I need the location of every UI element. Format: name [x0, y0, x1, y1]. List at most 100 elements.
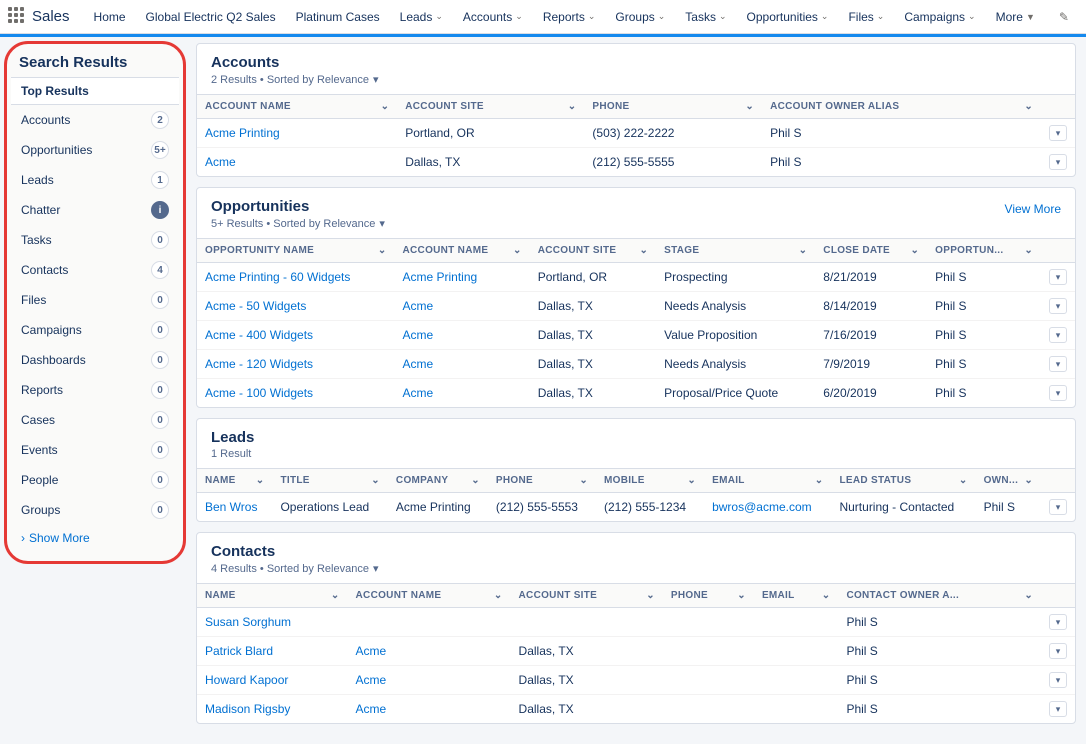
sidebar-item-accounts[interactable]: Accounts2	[11, 105, 179, 135]
column-header[interactable]: ACCOUNT NAME⌄	[348, 584, 511, 608]
app-launcher-icon[interactable]	[8, 7, 24, 27]
opportunity-link[interactable]: Acme - 120 Widgets	[205, 357, 313, 371]
sidebar-item-dashboards[interactable]: Dashboards0	[11, 345, 179, 375]
row-action-button[interactable]: ▾	[1049, 643, 1067, 659]
column-header[interactable]: COMPANY⌄	[388, 469, 488, 493]
nav-item-platinum-cases[interactable]: Platinum Cases	[286, 10, 390, 24]
column-header[interactable]: ACCOUNT OWNER ALIAS⌄	[762, 95, 1041, 119]
opportunity-link[interactable]: Acme - 100 Widgets	[205, 386, 313, 400]
sort-icon: ⌄	[513, 245, 522, 256]
sidebar-item-cases[interactable]: Cases0	[11, 405, 179, 435]
sidebar-item-people[interactable]: People0	[11, 465, 179, 495]
contact-link[interactable]: Madison Rigsby	[205, 702, 290, 716]
column-header[interactable]: EMAIL⌄	[754, 584, 839, 608]
chevron-down-icon[interactable]: ▾	[373, 562, 379, 575]
column-header[interactable]: NAME⌄	[197, 469, 272, 493]
account-link[interactable]: Acme Printing	[205, 126, 280, 140]
row-action-button[interactable]: ▾	[1049, 499, 1067, 515]
edit-icon[interactable]: ✎	[1049, 10, 1079, 24]
column-header[interactable]: ACCOUNT NAME⌄	[197, 95, 397, 119]
sidebar-item-top-results[interactable]: Top Results	[11, 77, 179, 105]
sidebar-item-files[interactable]: Files0	[11, 285, 179, 315]
nav-item-files[interactable]: Files⌄	[838, 10, 894, 24]
sidebar-item-label: Reports	[21, 383, 63, 397]
sidebar-item-label: Contacts	[21, 263, 68, 277]
show-more-link[interactable]: › Show More	[11, 525, 179, 551]
row-action-button[interactable]: ▾	[1049, 154, 1067, 170]
nav-item-home[interactable]: Home	[84, 10, 136, 24]
account-link[interactable]: Acme	[403, 357, 434, 371]
nav-item-accounts[interactable]: Accounts⌄	[453, 10, 533, 24]
row-action-button[interactable]: ▾	[1049, 672, 1067, 688]
nav-item-campaigns[interactable]: Campaigns⌄	[894, 10, 985, 24]
sidebar-item-campaigns[interactable]: Campaigns0	[11, 315, 179, 345]
sidebar-item-leads[interactable]: Leads1	[11, 165, 179, 195]
column-header[interactable]: ACCOUNT SITE⌄	[530, 239, 656, 263]
column-header[interactable]: ACCOUNT NAME⌄	[395, 239, 530, 263]
nav-item-opportunities[interactable]: Opportunities⌄	[737, 10, 839, 24]
contact-link[interactable]: Patrick Blard	[205, 644, 273, 658]
contact-link[interactable]: Susan Sorghum	[205, 615, 291, 629]
account-link[interactable]: Acme Printing	[403, 270, 478, 284]
account-link[interactable]: Acme	[403, 386, 434, 400]
column-header[interactable]: OWN...⌄	[976, 469, 1041, 493]
column-header[interactable]: PHONE⌄	[584, 95, 762, 119]
row-action-button[interactable]: ▾	[1049, 327, 1067, 343]
contact-link[interactable]: Howard Kapoor	[205, 673, 288, 687]
column-header[interactable]: ACCOUNT SITE⌄	[511, 584, 663, 608]
nav-item-global-electric-q2-sales[interactable]: Global Electric Q2 Sales	[136, 10, 286, 24]
column-header[interactable]: CLOSE DATE⌄	[815, 239, 927, 263]
row-action-button[interactable]: ▾	[1049, 298, 1067, 314]
column-header[interactable]: PHONE⌄	[663, 584, 754, 608]
sidebar-item-chatter[interactable]: Chatteri	[11, 195, 179, 225]
column-header[interactable]: PHONE⌄	[488, 469, 596, 493]
column-header[interactable]: CONTACT OWNER A...⌄	[838, 584, 1041, 608]
column-header[interactable]: EMAIL⌄	[704, 469, 831, 493]
sidebar-item-groups[interactable]: Groups0	[11, 495, 179, 525]
column-header[interactable]: TITLE⌄	[272, 469, 387, 493]
column-header[interactable]: OPPORTUNITY NAME⌄	[197, 239, 395, 263]
column-header[interactable]: ACCOUNT SITE⌄	[397, 95, 584, 119]
row-action-button[interactable]: ▾	[1049, 385, 1067, 401]
opportunity-link[interactable]: Acme - 50 Widgets	[205, 299, 306, 313]
column-header[interactable]: LEAD STATUS⌄	[831, 469, 975, 493]
account-link[interactable]: Acme	[403, 299, 434, 313]
sort-icon: ⌄	[1024, 245, 1033, 256]
section-subtitle: 5+ Results • Sorted by Relevance ▾	[211, 217, 1061, 230]
row-action-button[interactable]: ▾	[1049, 701, 1067, 717]
account-link[interactable]: Acme	[356, 673, 387, 687]
nav-item-reports[interactable]: Reports⌄	[533, 10, 606, 24]
lead-link[interactable]: Ben Wros	[205, 500, 257, 514]
email-link[interactable]: bwros@acme.com	[712, 500, 812, 514]
sidebar-item-tasks[interactable]: Tasks0	[11, 225, 179, 255]
sidebar-item-reports[interactable]: Reports0	[11, 375, 179, 405]
account-link[interactable]: Acme	[356, 702, 387, 716]
row-action-button[interactable]: ▾	[1049, 614, 1067, 630]
account-link[interactable]: Acme	[356, 644, 387, 658]
top-nav: Sales HomeGlobal Electric Q2 SalesPlatin…	[0, 0, 1086, 34]
row-action-button[interactable]: ▾	[1049, 356, 1067, 372]
table-row: Acme - 100 WidgetsAcmeDallas, TXProposal…	[197, 379, 1075, 408]
nav-item-groups[interactable]: Groups⌄	[605, 10, 675, 24]
column-header[interactable]: OPPORTUN...⌄	[927, 239, 1041, 263]
nav-item-more[interactable]: More▼	[986, 10, 1045, 24]
sidebar-item-label: Events	[21, 443, 58, 457]
chevron-down-icon[interactable]: ▾	[379, 217, 385, 230]
row-action-button[interactable]: ▾	[1049, 269, 1067, 285]
opportunity-link[interactable]: Acme - 400 Widgets	[205, 328, 313, 342]
account-link[interactable]: Acme	[403, 328, 434, 342]
nav-item-tasks[interactable]: Tasks⌄	[675, 10, 736, 24]
chevron-down-icon[interactable]: ▾	[373, 73, 379, 86]
sidebar-item-contacts[interactable]: Contacts4	[11, 255, 179, 285]
column-header[interactable]: MOBILE⌄	[596, 469, 704, 493]
column-header[interactable]: STAGE⌄	[656, 239, 815, 263]
opportunity-link[interactable]: Acme Printing - 60 Widgets	[205, 270, 350, 284]
row-action-button[interactable]: ▾	[1049, 125, 1067, 141]
sidebar-item-opportunities[interactable]: Opportunities5+	[11, 135, 179, 165]
chevron-down-icon: ⌄	[435, 11, 443, 22]
nav-item-leads[interactable]: Leads⌄	[390, 10, 453, 24]
column-header[interactable]: NAME⌄	[197, 584, 348, 608]
sidebar-item-events[interactable]: Events0	[11, 435, 179, 465]
view-more-link[interactable]: View More	[1005, 202, 1061, 216]
account-link[interactable]: Acme	[205, 155, 236, 169]
